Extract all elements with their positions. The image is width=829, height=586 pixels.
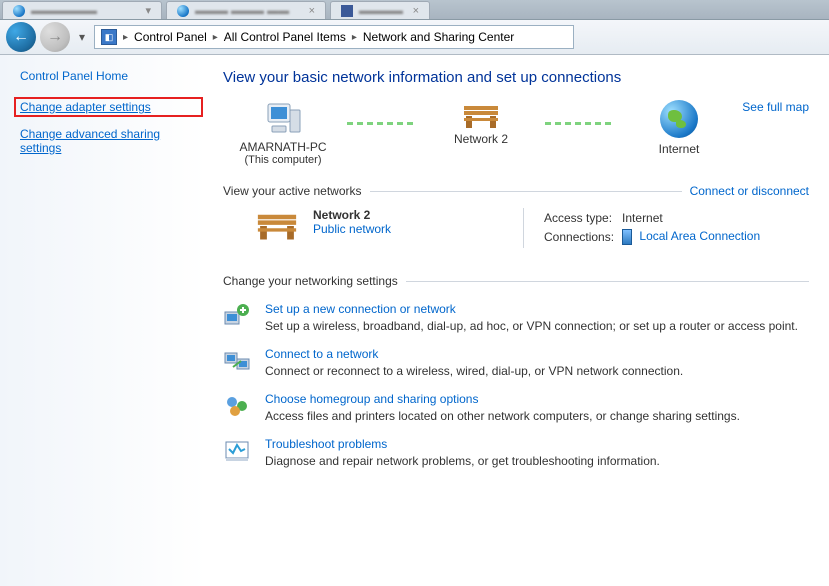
sidebar-link-home[interactable]: Control Panel Home <box>20 69 197 83</box>
map-node-label: Internet <box>659 142 700 156</box>
nav-history-dropdown[interactable]: ▾ <box>74 22 90 52</box>
breadcrumb-item[interactable]: Control Panel <box>134 30 207 44</box>
connection-link[interactable]: Local Area Connection <box>639 229 760 243</box>
tab-close-icon[interactable]: × <box>413 5 419 17</box>
task-item: Troubleshoot problems Diagnose and repai… <box>223 437 809 468</box>
content-pane: View your basic network information and … <box>207 55 829 586</box>
tab-favicon-icon <box>13 5 25 17</box>
computer-icon <box>262 100 304 140</box>
sidebar-link-change-adapter[interactable]: Change adapter settings <box>20 100 197 114</box>
map-node-sublabel: (This computer) <box>244 154 321 166</box>
browser-tab[interactable]: ▬▬▬▬ × <box>330 1 430 19</box>
address-bar: ← → ▾ ◧ ▸ Control Panel ▸ All Control Pa… <box>0 20 829 55</box>
control-panel-icon: ◧ <box>101 29 117 45</box>
tab-label: ▬▬▬▬▬▬ <box>31 5 97 17</box>
globe-icon <box>660 100 698 138</box>
chevron-right-icon: ▸ <box>352 32 357 43</box>
section-header-active: View your active networks Connect or dis… <box>223 184 809 198</box>
access-type-label: Access type: <box>544 210 620 226</box>
homegroup-icon <box>223 392 251 420</box>
map-node-internet: Internet <box>619 100 739 156</box>
setup-connection-icon <box>223 302 251 330</box>
active-network-type-link[interactable]: Public network <box>313 222 391 236</box>
connect-disconnect-link[interactable]: Connect or disconnect <box>690 184 809 198</box>
chevron-right-icon: ▸ <box>123 32 128 43</box>
bench-icon <box>460 100 502 132</box>
tab-label: ▬▬▬ ▬▬▬ ▬▬ <box>195 5 289 17</box>
task-desc: Diagnose and repair network problems, or… <box>265 454 660 468</box>
map-node-label: AMARNATH-PC <box>239 140 326 154</box>
section-header-label: Change your networking settings <box>223 274 398 288</box>
map-connector <box>347 122 417 125</box>
active-network-name: Network 2 <box>313 208 391 222</box>
troubleshoot-icon <box>223 437 251 465</box>
browser-tab-strip: ▬▬▬▬▬▬ ▾ ▬▬▬ ▬▬▬ ▬▬ × ▬▬▬▬ × <box>0 0 829 20</box>
task-item: Choose homegroup and sharing options Acc… <box>223 392 809 423</box>
sidebar-link-change-advanced[interactable]: Change advanced sharing settings <box>20 127 197 155</box>
section-header-change: Change your networking settings <box>223 274 809 288</box>
map-node-label: Network 2 <box>454 132 508 146</box>
browser-tab[interactable]: ▬▬▬▬▬▬ ▾ <box>2 1 162 19</box>
divider <box>406 281 809 282</box>
divider <box>370 191 682 192</box>
map-node-computer: AMARNATH-PC (This computer) <box>223 100 343 166</box>
back-button[interactable]: ← <box>6 22 36 52</box>
task-item: Set up a new connection or network Set u… <box>223 302 809 333</box>
active-network-row: Network 2 Public network Access type: In… <box>223 208 809 248</box>
nic-icon <box>622 229 632 245</box>
active-network-details: Access type: Internet Connections: Local… <box>523 208 768 248</box>
breadcrumb-item[interactable]: Network and Sharing Center <box>363 30 514 44</box>
tab-close-icon[interactable]: ▾ <box>145 4 151 17</box>
tab-close-icon[interactable]: × <box>309 5 315 17</box>
breadcrumb-item[interactable]: All Control Panel Items <box>224 30 346 44</box>
map-node-network: Network 2 <box>421 100 541 146</box>
task-title-link[interactable]: Troubleshoot problems <box>265 437 660 451</box>
tab-favicon-icon <box>341 5 353 17</box>
connect-network-icon <box>223 347 251 375</box>
bench-icon <box>253 208 301 244</box>
forward-button[interactable]: → <box>40 22 70 52</box>
task-desc: Access files and printers located on oth… <box>265 409 740 423</box>
see-full-map-link[interactable]: See full map <box>742 100 809 114</box>
network-map: AMARNATH-PC (This computer) Network 2 In… <box>223 100 809 166</box>
task-title-link[interactable]: Set up a new connection or network <box>265 302 798 316</box>
breadcrumb[interactable]: ◧ ▸ Control Panel ▸ All Control Panel It… <box>94 25 574 49</box>
chevron-right-icon: ▸ <box>213 32 218 43</box>
browser-tab[interactable]: ▬▬▬ ▬▬▬ ▬▬ × <box>166 1 326 19</box>
section-header-label: View your active networks <box>223 184 362 198</box>
page-title: View your basic network information and … <box>223 69 809 86</box>
tab-favicon-icon <box>177 5 189 17</box>
task-title-link[interactable]: Connect to a network <box>265 347 683 361</box>
task-list: Set up a new connection or network Set u… <box>223 302 809 468</box>
task-title-link[interactable]: Choose homegroup and sharing options <box>265 392 740 406</box>
task-desc: Connect or reconnect to a wireless, wire… <box>265 364 683 378</box>
task-item: Connect to a network Connect or reconnec… <box>223 347 809 378</box>
arrow-right-icon: → <box>47 28 63 46</box>
connections-label: Connections: <box>544 228 620 246</box>
tab-label: ▬▬▬▬ <box>359 5 403 17</box>
task-desc: Set up a wireless, broadband, dial-up, a… <box>265 319 798 333</box>
sidebar: Control Panel Home Change adapter settin… <box>0 55 207 586</box>
access-type-value: Internet <box>622 210 766 226</box>
arrow-left-icon: ← <box>13 28 29 46</box>
map-connector <box>545 122 615 125</box>
highlighted-link-box: Change adapter settings <box>14 97 203 117</box>
